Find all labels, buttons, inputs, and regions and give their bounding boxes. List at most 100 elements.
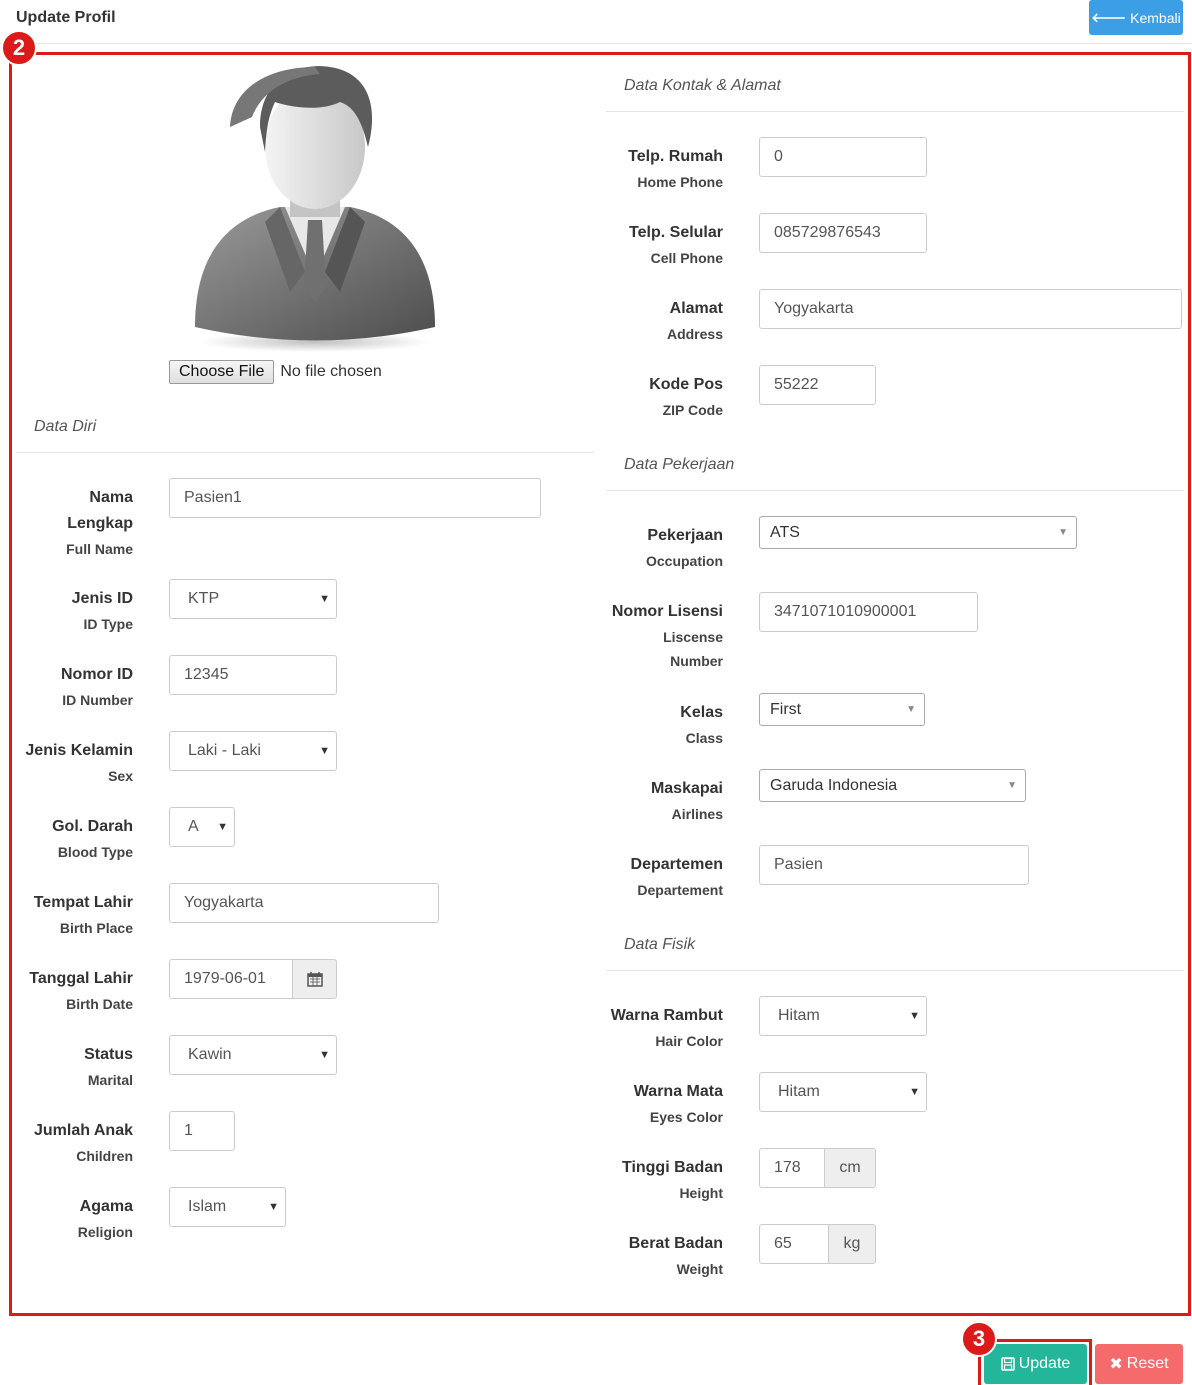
section-divider: [606, 490, 1184, 491]
label-main: Tinggi Badan: [621, 1159, 723, 1176]
label-sub: Airlines: [671, 806, 723, 822]
label-sub: Height: [679, 1185, 723, 1201]
select-value: Hitam: [778, 1083, 820, 1100]
label-main: Maskapai: [650, 780, 723, 797]
blood-type-select[interactable]: A ▼: [169, 807, 235, 847]
full-name-input[interactable]: Pasien1: [169, 478, 541, 518]
label-main: Tempat Lahir: [33, 894, 133, 911]
label-berat-badan: Berat Badan Weight: [600, 1231, 723, 1281]
caret-down-icon: ▼: [268, 1201, 279, 1213]
children-input[interactable]: 1: [169, 1111, 235, 1151]
label-sub: Home Phone: [637, 174, 723, 190]
label-main: Nomor Lisensi: [611, 603, 723, 620]
caret-down-icon: ▼: [909, 1010, 920, 1022]
calendar-button[interactable]: [292, 959, 337, 999]
address-input[interactable]: Yogyakarta: [759, 289, 1182, 329]
label-alamat: Alamat Address: [600, 296, 723, 346]
section-title-kontak: Data Kontak & Alamat: [624, 77, 781, 94]
label-sub: ID Number: [62, 692, 133, 708]
select-value: A: [188, 818, 199, 835]
label-main: Warna Mata: [633, 1083, 723, 1100]
label-main: Lengkap: [67, 515, 133, 532]
class-select[interactable]: First ▼: [759, 693, 925, 726]
sex-select[interactable]: Laki - Laki ▼: [169, 731, 337, 771]
height-input[interactable]: 178: [759, 1148, 825, 1188]
caret-down-icon: ▼: [319, 593, 330, 605]
weight-unit: kg: [828, 1224, 876, 1264]
label-nomor-id: Nomor ID ID Number: [16, 662, 133, 712]
zip-code-input[interactable]: 55222: [759, 365, 876, 405]
select-value: Garuda Indonesia: [770, 776, 898, 794]
section-divider: [606, 970, 1184, 971]
label-telp-selular: Telp. Selular Cell Phone: [600, 220, 723, 270]
label-sub: Liscense: [663, 629, 723, 645]
label-main: Berat Badan: [628, 1235, 723, 1252]
department-input[interactable]: Pasien: [759, 845, 1029, 885]
eye-color-select[interactable]: Hitam ▼: [759, 1072, 927, 1112]
label-main: Kelas: [680, 704, 723, 721]
label-tempat-lahir: Tempat Lahir Birth Place: [16, 890, 133, 940]
weight-input[interactable]: 65: [759, 1224, 829, 1264]
id-type-select[interactable]: KTP ▼: [169, 579, 337, 619]
label-main: Pekerjaan: [647, 527, 723, 544]
airlines-select[interactable]: Garuda Indonesia ▼: [759, 769, 1026, 802]
label-sub: Number: [670, 653, 723, 669]
caret-down-icon: ▼: [217, 821, 228, 833]
select-value: Laki - Laki: [188, 742, 261, 759]
section-divider: [16, 452, 594, 453]
label-telp-rumah: Telp. Rumah Home Phone: [600, 144, 723, 194]
label-jenis-id: Jenis ID ID Type: [16, 586, 133, 636]
id-number-input[interactable]: 12345: [169, 655, 337, 695]
label-kode-pos: Kode Pos ZIP Code: [600, 372, 723, 422]
caret-down-icon: ▼: [319, 1049, 330, 1061]
label-kelas: Kelas Class: [600, 700, 723, 750]
label-sub: Departement: [637, 882, 723, 898]
choose-file-button[interactable]: Choose File: [169, 360, 275, 384]
page-title: Update Profil: [16, 9, 116, 26]
birth-date-input[interactable]: 1979-06-01: [169, 959, 293, 999]
step-badge-3: 3: [961, 1321, 997, 1357]
label-sub: Full Name: [66, 541, 133, 557]
caret-down-icon: ▼: [909, 1086, 920, 1098]
reset-button[interactable]: ✖ Reset: [1095, 1344, 1183, 1384]
label-sub: Marital: [87, 1072, 133, 1088]
select-value: Islam: [188, 1198, 227, 1215]
label-sub: ID Type: [83, 616, 133, 632]
hair-color-select[interactable]: Hitam ▼: [759, 996, 927, 1036]
marital-status-select[interactable]: Kawin ▼: [169, 1035, 337, 1075]
label-main: Departemen: [630, 856, 723, 873]
label-main: Jenis Kelamin: [25, 742, 133, 759]
label-sub: Blood Type: [57, 844, 133, 860]
label-warna-mata: Warna Mata Eyes Color: [600, 1079, 723, 1129]
label-pekerjaan: Pekerjaan Occupation: [600, 523, 723, 573]
occupation-select[interactable]: ATS ▼: [759, 516, 1077, 549]
license-number-input[interactable]: 3471071010900001: [759, 592, 978, 632]
religion-select[interactable]: Islam ▼: [169, 1187, 286, 1227]
label-main: Warna Rambut: [610, 1007, 723, 1024]
back-button[interactable]: 🡐 Kembali: [1089, 0, 1183, 35]
home-phone-input[interactable]: 0: [759, 137, 927, 177]
arrow-left-icon: 🡐: [1091, 9, 1127, 25]
reset-label: Reset: [1126, 1355, 1169, 1372]
caret-down-icon: ▼: [1058, 527, 1068, 538]
top-bar: Update Profil: [0, 0, 1192, 44]
section-divider: [606, 111, 1184, 112]
label-sub: Occupation: [645, 553, 723, 569]
file-upload[interactable]: Choose File No file chosen: [169, 360, 382, 384]
label-main: Agama: [79, 1198, 133, 1215]
label-nomor-lisensi: Nomor Lisensi Liscense Number: [600, 599, 723, 673]
birth-place-input[interactable]: Yogyakarta: [169, 883, 439, 923]
label-sub: Birth Date: [66, 996, 133, 1012]
label-main: Telp. Rumah: [628, 148, 723, 165]
select-value: Hitam: [778, 1007, 820, 1024]
label-main: Nomor ID: [61, 666, 133, 683]
label-sub: Religion: [77, 1224, 133, 1240]
label-gol-darah: Gol. Darah Blood Type: [16, 814, 133, 864]
section-title-fisik: Data Fisik: [624, 936, 696, 953]
back-button-label: Kembali: [1130, 9, 1181, 26]
calendar-icon: [306, 972, 323, 987]
label-warna-rambut: Warna Rambut Hair Color: [600, 1003, 723, 1053]
label-tinggi-badan: Tinggi Badan Height: [600, 1155, 723, 1205]
cell-phone-input[interactable]: 085729876543: [759, 213, 927, 253]
label-sub: Eyes Color: [649, 1109, 723, 1125]
